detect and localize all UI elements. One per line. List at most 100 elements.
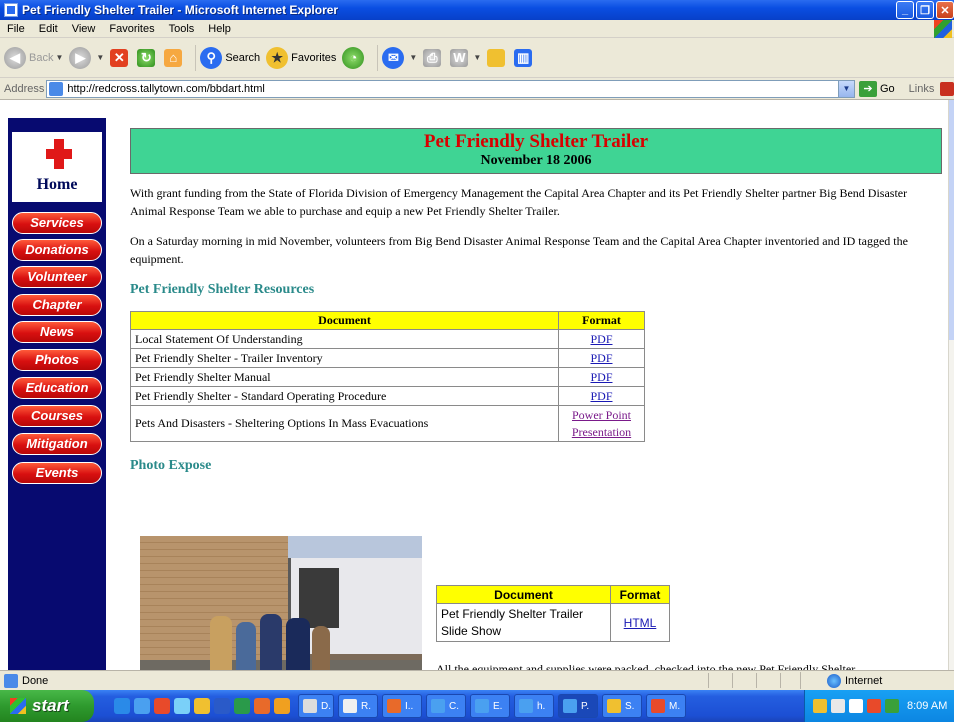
links-button[interactable]: Links: [909, 83, 935, 95]
outlook-quicklaunch-icon[interactable]: [274, 698, 290, 714]
task-button[interactable]: h.: [514, 694, 554, 718]
photo-heading: Photo Expose: [130, 458, 212, 473]
favorites-button[interactable]: ★ Favorites: [266, 46, 337, 69]
nav-chapter[interactable]: Chapter: [12, 294, 102, 316]
acrobat-icon[interactable]: [940, 81, 954, 96]
menu-help[interactable]: Help: [201, 23, 238, 35]
scrollbar-thumb[interactable]: [949, 100, 954, 340]
task-button[interactable]: M.: [646, 694, 686, 718]
forward-button[interactable]: ▶ ▼: [69, 46, 104, 69]
nav-volunteer[interactable]: Volunteer: [12, 266, 102, 288]
security-zone: Internet: [800, 672, 954, 689]
task-button[interactable]: I..: [382, 694, 422, 718]
nav-events[interactable]: Events: [12, 462, 102, 484]
windows-flag-icon: [10, 698, 26, 714]
column-header-document: Document: [130, 311, 559, 330]
back-button[interactable]: ◀ Back ▼: [4, 46, 63, 69]
nav-photos[interactable]: Photos: [12, 349, 102, 371]
red-cross-icon: [46, 139, 72, 169]
media-quicklaunch-icon[interactable]: [174, 698, 190, 714]
nav-courses[interactable]: Courses: [12, 405, 102, 427]
clock[interactable]: 8:09 AM: [907, 700, 947, 712]
tray-icon[interactable]: [867, 699, 881, 713]
edit-dropdown-icon[interactable]: ▼: [473, 53, 481, 62]
slideshow-table: Document Format Pet Friendly Shelter Tra…: [436, 585, 670, 642]
browser-window: Pet Friendly Shelter Trailer - Microsoft…: [0, 0, 954, 722]
forward-dropdown-icon[interactable]: ▼: [96, 53, 104, 62]
app-quicklaunch-icon[interactable]: [154, 698, 170, 714]
powerpoint-link-line1[interactable]: Power Point: [572, 408, 631, 422]
column-header-format: Format: [610, 585, 670, 604]
task-button[interactable]: D.: [298, 694, 334, 718]
tray-icon[interactable]: [885, 699, 899, 713]
history-button[interactable]: ◔: [342, 46, 367, 69]
menu-edit[interactable]: Edit: [32, 23, 65, 35]
task-button[interactable]: S.: [602, 694, 642, 718]
maximize-button[interactable]: ❐: [916, 1, 934, 19]
title-bar[interactable]: Pet Friendly Shelter Trailer - Microsoft…: [0, 0, 954, 20]
table-row: Pet Friendly Shelter - Trailer Inventory…: [130, 348, 645, 368]
back-dropdown-icon[interactable]: ▼: [55, 53, 63, 62]
task-button[interactable]: E.: [470, 694, 510, 718]
pdf-link[interactable]: PDF: [590, 370, 612, 384]
nav-news[interactable]: News: [12, 321, 102, 343]
table-row: Pet Friendly Shelter - Standard Operatin…: [130, 386, 645, 406]
toolbar: ◀ Back ▼ ▶ ▼ ✕ ↻ ⌂ ⚲ Search ★ Favorites …: [0, 38, 954, 78]
back-label: Back: [29, 51, 54, 64]
task-button-active[interactable]: P.: [558, 694, 598, 718]
address-url[interactable]: http://redcross.tallytown.com/bbdart.htm…: [67, 83, 838, 95]
nav-education[interactable]: Education: [12, 377, 102, 399]
app-icon: [651, 699, 665, 713]
left-navigation: Home Services Donations Volunteer Chapte…: [8, 118, 106, 670]
home-link[interactable]: Home: [12, 132, 102, 202]
menu-bar: File Edit View Favorites Tools Help: [0, 20, 954, 38]
pdf-link[interactable]: PDF: [590, 332, 612, 346]
excel-quicklaunch-icon[interactable]: [234, 698, 250, 714]
html-link[interactable]: HTML: [624, 616, 657, 630]
table-row: Pet Friendly Shelter Trailer Slide Show …: [436, 603, 670, 642]
favorites-label: Favorites: [291, 51, 337, 64]
menu-view[interactable]: View: [65, 23, 103, 35]
discuss-button[interactable]: [487, 48, 508, 67]
pdf-link[interactable]: PDF: [590, 351, 612, 365]
nav-services[interactable]: Services: [12, 212, 102, 234]
refresh-button[interactable]: ↻: [137, 48, 158, 67]
start-button[interactable]: start: [0, 690, 94, 722]
globe-icon: [827, 673, 841, 688]
pdf-link[interactable]: PDF: [590, 389, 612, 403]
word-quicklaunch-icon[interactable]: [214, 698, 230, 714]
go-button[interactable]: ➔ Go: [858, 80, 895, 97]
edit-button[interactable]: W ▼: [450, 48, 481, 67]
search-button[interactable]: ⚲ Search: [200, 46, 260, 69]
powerpoint-quicklaunch-icon[interactable]: [254, 698, 270, 714]
powerpoint-link-line2[interactable]: Presentation: [572, 425, 631, 439]
task-button[interactable]: R.: [338, 694, 378, 718]
menu-tools[interactable]: Tools: [162, 23, 202, 35]
task-button[interactable]: C.: [426, 694, 466, 718]
address-dropdown-icon[interactable]: ▼: [837, 80, 854, 97]
research-button[interactable]: ▥: [514, 48, 535, 67]
folder-quicklaunch-icon[interactable]: [194, 698, 210, 714]
menu-file[interactable]: File: [0, 23, 32, 35]
slideshow-name-line2: Slide Show: [441, 623, 502, 638]
tray-icon[interactable]: [831, 699, 845, 713]
mail-dropdown-icon[interactable]: ▼: [409, 53, 417, 62]
tray-icon[interactable]: [849, 699, 863, 713]
nav-donations[interactable]: Donations: [12, 239, 102, 261]
status-text: Done: [22, 674, 49, 687]
nav-mitigation[interactable]: Mitigation: [12, 433, 102, 455]
stop-button[interactable]: ✕: [110, 48, 131, 67]
trailing-paragraph: All the equipment and supplies were pack…: [436, 662, 856, 670]
address-input[interactable]: http://redcross.tallytown.com/bbdart.htm…: [46, 79, 855, 98]
minimize-button[interactable]: _: [896, 1, 914, 19]
ie2-quicklaunch-icon[interactable]: [134, 698, 150, 714]
vertical-scrollbar[interactable]: [948, 100, 954, 670]
ie-quicklaunch-icon[interactable]: [114, 698, 130, 714]
home-button[interactable]: ⌂: [164, 48, 185, 67]
address-bar: Address http://redcross.tallytown.com/bb…: [0, 78, 954, 100]
mail-button[interactable]: ✉ ▼: [382, 46, 417, 69]
tray-icon[interactable]: [813, 699, 827, 713]
menu-favorites[interactable]: Favorites: [102, 23, 161, 35]
print-button[interactable]: ⎙: [423, 48, 444, 67]
close-button[interactable]: ✕: [936, 1, 954, 19]
